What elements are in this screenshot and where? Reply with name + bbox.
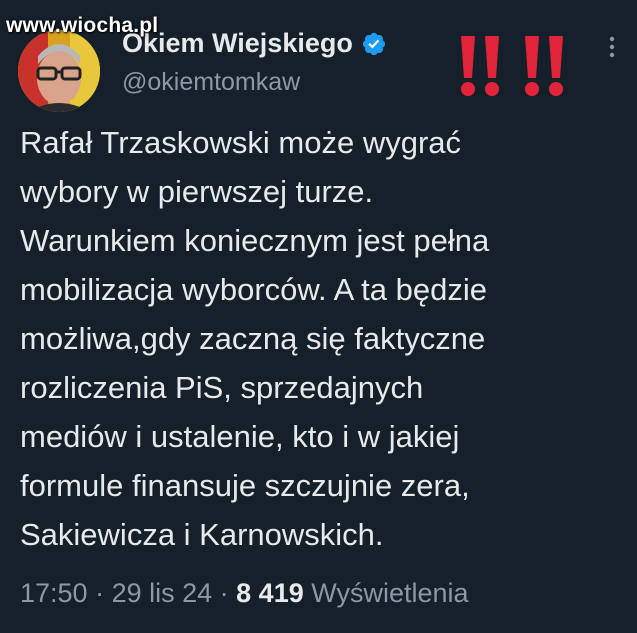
views-count: 8 419 [236, 578, 304, 608]
tweet-text: Rafał Trzaskowski może wygrać wybory w p… [20, 125, 490, 552]
watermark: www.wiocha.pl [6, 14, 159, 37]
tweet-time[interactable]: 17:50 [20, 578, 88, 608]
meta-separator: · [212, 578, 237, 608]
meta-separator: · [87, 578, 112, 608]
avatar[interactable] [18, 30, 100, 112]
avatar-photo [18, 30, 100, 112]
more-vertical-icon[interactable] [609, 36, 615, 58]
tweet-meta: 17:50 · 29 lis 24 · 8 419 Wyświetlenia [20, 578, 469, 609]
author-row: Okiem Wiejskiego [122, 28, 387, 59]
tweet-date[interactable]: 29 lis 24 [112, 578, 213, 608]
verified-badge-icon[interactable] [361, 31, 387, 57]
double-exclamation-icon [458, 34, 568, 98]
views-label: Wyświetlenia [303, 578, 469, 608]
double-exclamation-icon-left [461, 36, 499, 96]
double-exclamation-icon-right [525, 36, 563, 96]
author-handle[interactable]: @okiemtomkaw [122, 68, 300, 97]
